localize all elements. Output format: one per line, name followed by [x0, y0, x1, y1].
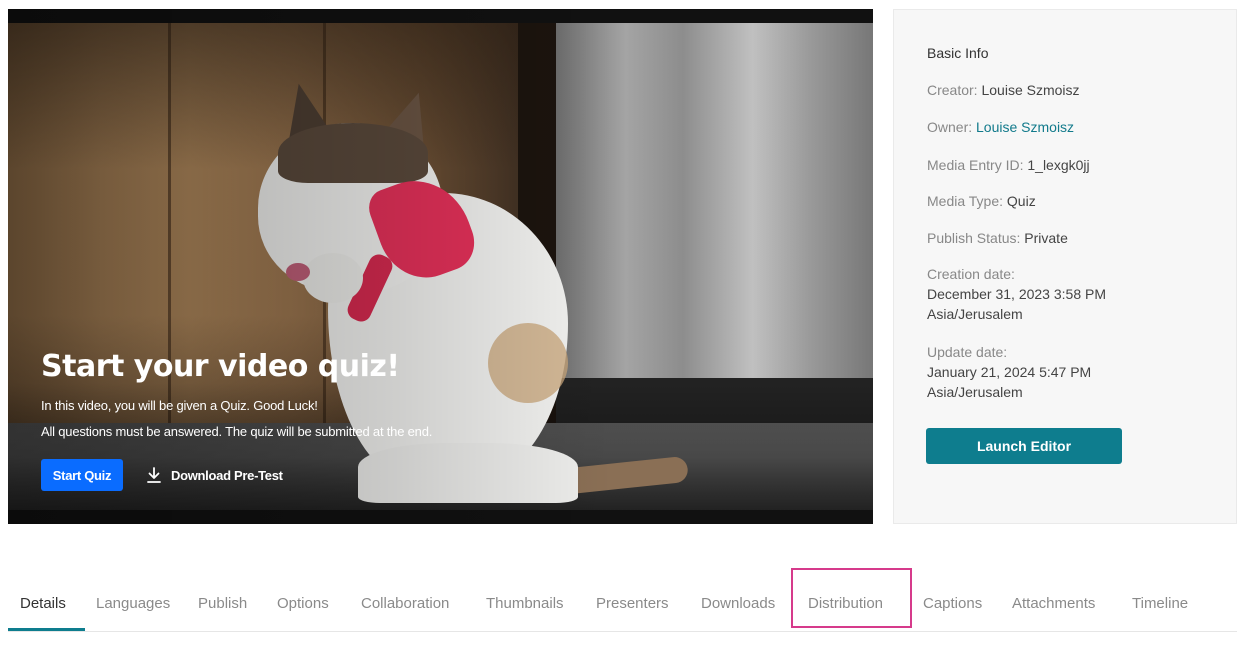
quiz-description-line: In this video, you will be given a Quiz.…	[41, 398, 318, 413]
media-type-label: Media Type:	[927, 193, 1004, 209]
tab-downloads[interactable]: Downloads	[701, 592, 775, 616]
creator-value: Louise Szmoisz	[981, 82, 1080, 98]
basic-info-panel: Basic Info Creator: Louise Szmoisz Owner…	[893, 9, 1237, 524]
update-date-block: Update date: January 21, 2024 5:47 PM As…	[927, 342, 1091, 402]
publish-status-label: Publish Status:	[927, 230, 1021, 246]
entry-id-label: Media Entry ID:	[927, 157, 1024, 173]
distribution-highlight-box	[791, 568, 912, 628]
text-overlay-gradient	[8, 9, 873, 524]
update-date-value: January 21, 2024 5:47 PM	[927, 364, 1092, 380]
quiz-description-line: All questions must be answered. The quiz…	[41, 424, 433, 439]
tab-captions[interactable]: Captions	[923, 592, 982, 616]
tab-languages[interactable]: Languages	[96, 592, 170, 616]
quiz-title: Start your video quiz!	[41, 349, 400, 384]
publish-status-row: Publish Status: Private	[927, 228, 1068, 248]
tab-timeline[interactable]: Timeline	[1132, 592, 1188, 616]
tab-publish[interactable]: Publish	[198, 592, 247, 616]
media-type-row: Media Type: Quiz	[927, 191, 1036, 211]
creation-date-label: Creation date:	[927, 266, 1015, 282]
tab-thumbnails[interactable]: Thumbnails	[486, 592, 564, 616]
active-tab-indicator	[8, 628, 85, 631]
download-pretest-button[interactable]: Download Pre-Test	[145, 459, 283, 491]
owner-link[interactable]: Louise Szmoisz	[976, 119, 1074, 135]
creation-date-block: Creation date: December 31, 2023 3:58 PM…	[927, 264, 1106, 324]
creation-date-value: December 31, 2023 3:58 PM	[927, 286, 1106, 302]
creation-date-timezone: Asia/Jerusalem	[927, 306, 1023, 322]
tab-collaboration[interactable]: Collaboration	[361, 592, 449, 616]
tab-details[interactable]: Details	[20, 592, 66, 616]
update-date-timezone: Asia/Jerusalem	[927, 384, 1023, 400]
update-date-label: Update date:	[927, 344, 1008, 360]
download-label: Download Pre-Test	[171, 467, 283, 483]
owner-row: Owner: Louise Szmoisz	[927, 117, 1074, 137]
tab-presenters[interactable]: Presenters	[596, 592, 669, 616]
entry-tabs: Details Languages Publish Options Collab…	[8, 580, 1237, 632]
entry-id-row: Media Entry ID: 1_lexgk0jj	[927, 155, 1090, 175]
owner-label: Owner:	[927, 119, 973, 135]
tab-options[interactable]: Options	[277, 592, 329, 616]
download-icon	[147, 467, 161, 483]
basic-info-heading: Basic Info	[927, 45, 989, 61]
entry-id-value: 1_lexgk0jj	[1027, 157, 1090, 173]
media-type-value: Quiz	[1006, 193, 1036, 209]
creator-row: Creator: Louise Szmoisz	[927, 80, 1080, 100]
launch-editor-button[interactable]: Launch Editor	[926, 428, 1122, 464]
publish-status-value: Private	[1024, 230, 1068, 246]
video-player[interactable]: Start your video quiz! In this video, yo…	[8, 9, 873, 524]
start-quiz-button[interactable]: Start Quiz	[41, 459, 123, 491]
tab-attachments[interactable]: Attachments	[1012, 592, 1095, 616]
creator-label: Creator:	[927, 82, 978, 98]
